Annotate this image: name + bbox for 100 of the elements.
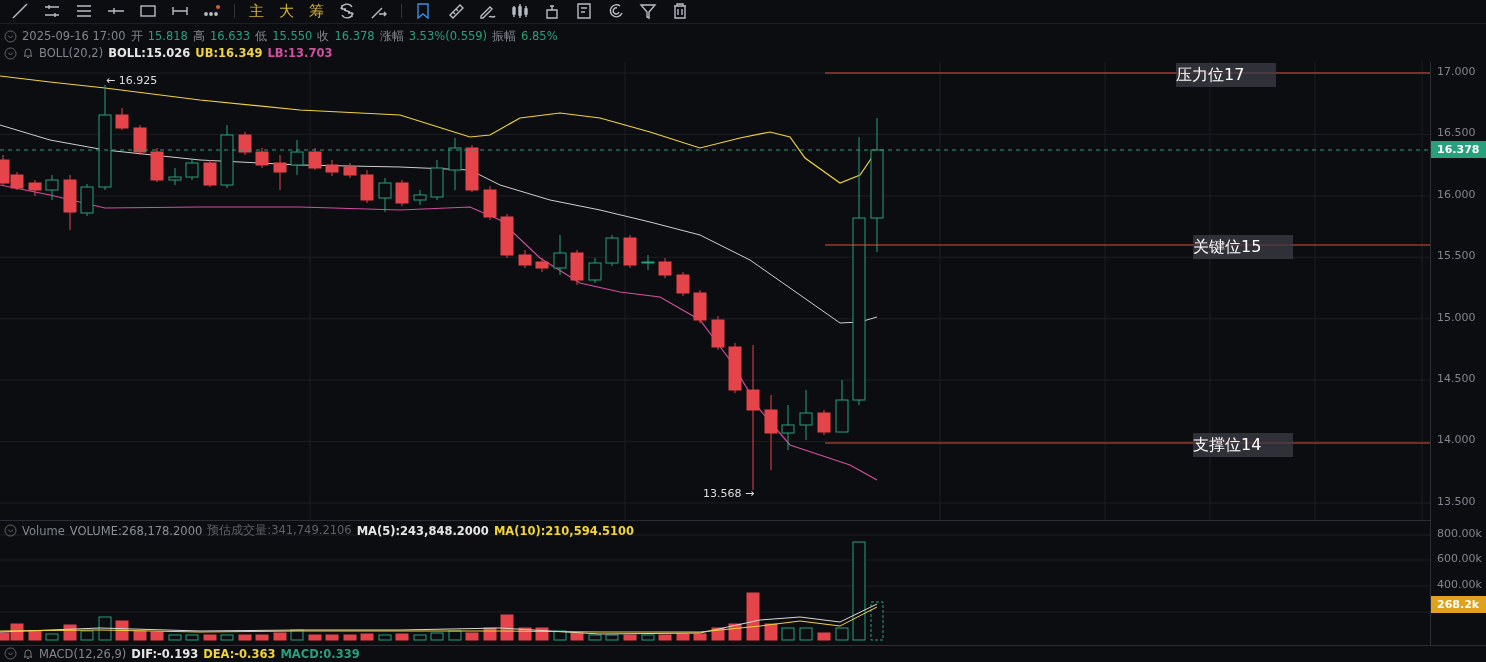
axis-tick-label: 600.00k [1437, 551, 1482, 565]
axis-tick-label: 17.000 [1437, 64, 1476, 78]
quote-label: 开 [130, 28, 143, 44]
candlestick [781, 404, 795, 451]
axis-tick-label: 15.000 [1437, 310, 1476, 324]
candlestick [395, 179, 409, 207]
ruler-icon [447, 2, 465, 21]
indicator-name: Volume [22, 523, 65, 538]
candlestick [693, 289, 707, 324]
axis-tick-label: 16.500 [1437, 126, 1476, 140]
quote-value: 16.378 [334, 29, 375, 44]
low-price-marker: 13.568 → [703, 486, 755, 500]
more-icon [204, 5, 220, 18]
candlestick [45, 174, 59, 201]
candlestick [325, 159, 339, 177]
axis-tick-label: 400.00k [1437, 577, 1482, 591]
candlestick [360, 169, 374, 204]
axis-tick-label: 800.00k [1437, 526, 1482, 540]
indicator-value: MA(10):210,594.5100 [493, 523, 635, 538]
candles-icon [511, 2, 529, 21]
indicator-value: LB:13.703 [267, 46, 333, 61]
current-volume-label: 268.2k [1431, 595, 1486, 613]
axis-tick-label: 15.500 [1437, 249, 1476, 263]
indicator-value: DIF:-0.193 [131, 646, 199, 661]
high-price-marker: ← 16.925 [106, 73, 158, 87]
candlestick [676, 271, 690, 297]
candlestick [641, 254, 655, 271]
candlestick [220, 124, 234, 189]
bell-icon[interactable] [22, 47, 34, 60]
candlestick [133, 124, 147, 156]
quote-value: 15.818 [147, 29, 188, 44]
quote-label: 低 [255, 28, 268, 44]
candlestick [115, 107, 129, 131]
candlestick [448, 137, 462, 191]
indicator-button[interactable]: 主 [241, 0, 271, 23]
candlestick [711, 315, 725, 351]
indicator-value: BOLL:15.026 [108, 46, 191, 61]
candlestick [413, 189, 427, 206]
level-label[interactable]: 关键位15 [1193, 234, 1293, 259]
axis-tick-label: 14.500 [1437, 372, 1476, 385]
candlestick [535, 257, 549, 273]
candlestick [623, 234, 637, 269]
candlestick [203, 159, 217, 188]
indicator-value: UB:16.349 [195, 46, 263, 61]
quote-value: 6.85% [521, 29, 558, 44]
candlestick [28, 179, 42, 197]
level-label[interactable]: 压力位17 [1176, 62, 1276, 87]
quote-datetime: 2025-09-16 17:00 [22, 29, 126, 44]
indicator-value: DEA:-0.363 [203, 646, 276, 661]
axis-tick-label: 14.000 [1437, 433, 1476, 447]
candlestick [185, 157, 199, 181]
indicator-value: MA(5):243,848.2000 [356, 523, 489, 538]
quote-value: 3.53%(0.559) [408, 29, 488, 44]
candlestick [273, 154, 287, 191]
filter-icon [639, 2, 657, 21]
quote-label: 收 [317, 28, 330, 44]
bell-icon[interactable] [22, 647, 34, 660]
candlestick [553, 234, 567, 276]
candlestick [308, 147, 322, 171]
last-price-label: 16.378 [1431, 140, 1486, 158]
candlestick [570, 249, 584, 286]
candlestick [255, 147, 269, 169]
level-label[interactable]: 支撑位14 [1193, 432, 1293, 457]
quote-value: 16.633 [209, 29, 251, 44]
candlestick [168, 167, 182, 186]
indicator-button[interactable]: 筹 [301, 0, 331, 23]
quote-label: 高 [192, 28, 205, 44]
indicator-name: BOLL(20,2) [39, 46, 104, 61]
trend-line-icon [11, 2, 29, 21]
quote-label: 振幅 [492, 28, 517, 44]
candlestick [483, 185, 497, 221]
note-icon [575, 2, 593, 21]
candlestick [817, 409, 831, 436]
candlestick [290, 139, 304, 176]
candlestick [605, 234, 619, 267]
candlestick [835, 379, 849, 433]
indicator-name: MACD(12,26,9) [39, 646, 127, 661]
horizontal-line-icon [108, 7, 124, 16]
candlestick [343, 162, 357, 179]
indicator-button[interactable]: 大 [271, 0, 301, 23]
candlestick [518, 249, 532, 269]
quote-label: 涨幅 [379, 28, 404, 44]
candlestick [80, 183, 94, 217]
candlestick [150, 147, 164, 183]
axis-tick-label: 16.000 [1437, 187, 1476, 201]
candlestick [728, 342, 742, 394]
indicator-value: MACD:0.339 [280, 646, 360, 661]
indicator-value: 预估成交量:341,749.2106 [207, 523, 352, 539]
candlestick [430, 159, 444, 201]
candlestick [465, 144, 479, 193]
axis-tick-label: 13.500 [1437, 494, 1476, 508]
candlestick [238, 131, 252, 156]
candlestick [658, 257, 672, 279]
candlestick [63, 174, 77, 231]
candlestick [378, 177, 392, 213]
candlestick [588, 257, 602, 284]
indicator-value: VOLUME:268,178.2000 [69, 523, 203, 538]
candlestick [799, 389, 813, 441]
trash-icon [671, 2, 689, 21]
quote-value: 15.550 [272, 29, 313, 44]
